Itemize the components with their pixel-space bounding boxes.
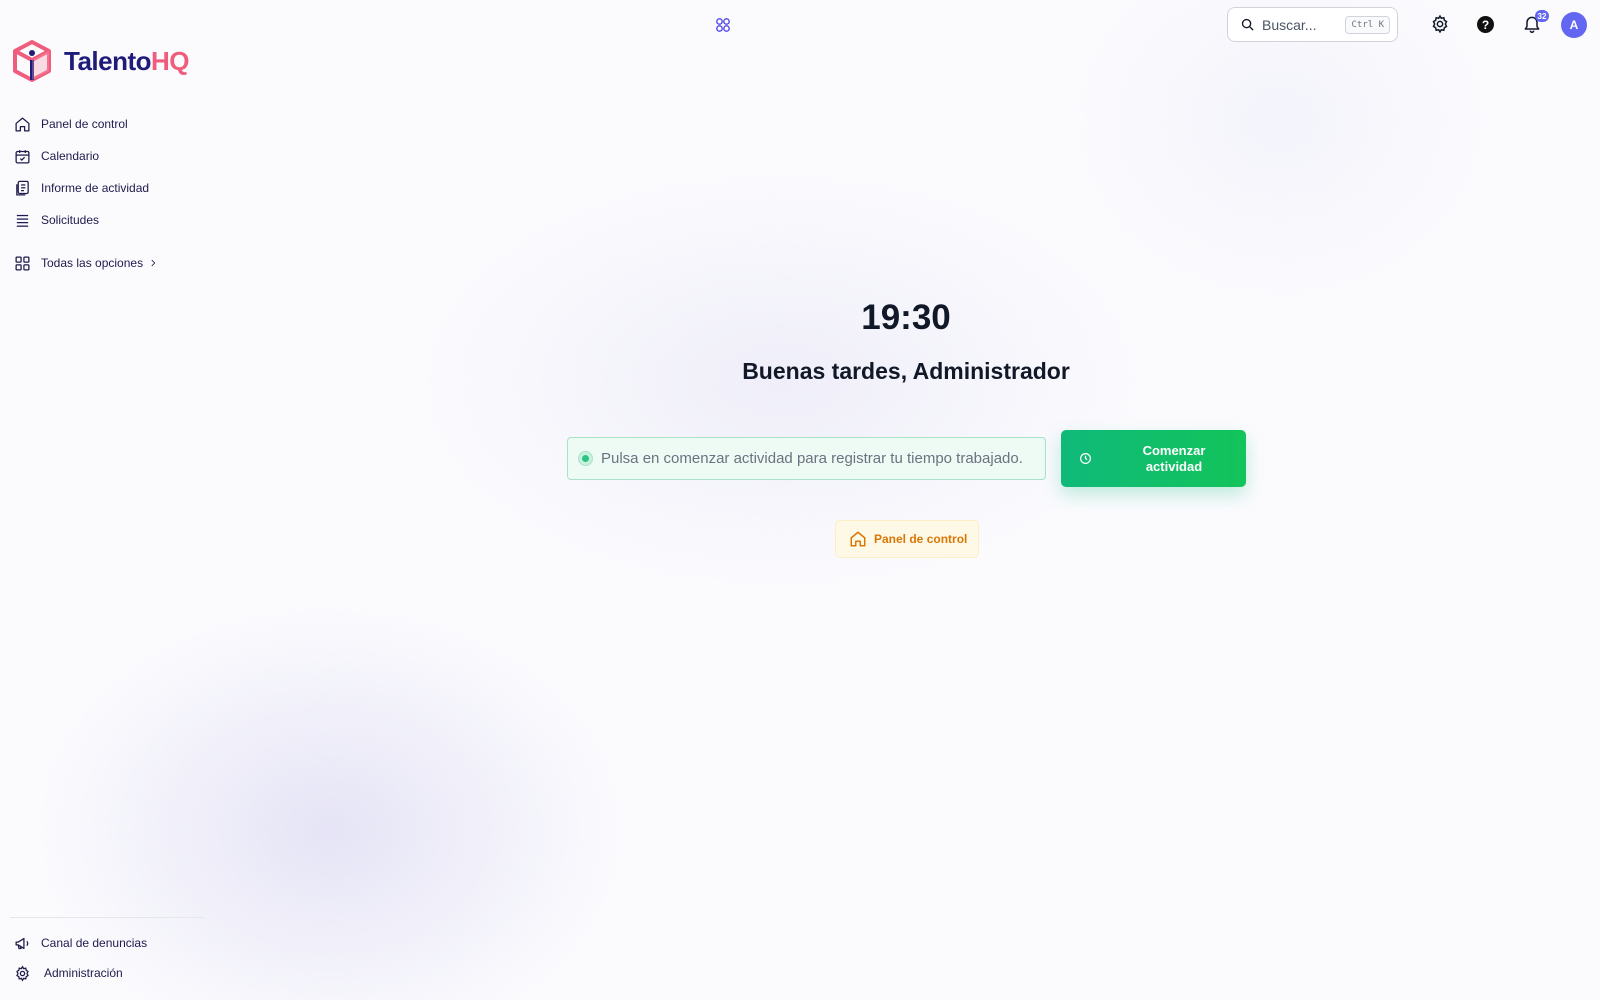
- brand-name-part1: Talento: [64, 45, 152, 76]
- sidebar-bottom-nav: Canal de denuncias Administración: [14, 928, 147, 988]
- megaphone-icon: [15, 937, 29, 949]
- grid-icon: [15, 255, 30, 271]
- greeting-heading: Buenas tardes, Administrador: [742, 358, 1070, 384]
- sidebar-item-canal-de-denuncias[interactable]: Canal de denuncias: [14, 928, 147, 958]
- help-icon[interactable]: ?: [1477, 16, 1494, 33]
- start-activity-label: Comenzar actividad: [1142, 443, 1206, 474]
- start-activity-button[interactable]: Comenzar actividad: [1061, 430, 1246, 487]
- list-icon: [16, 214, 29, 227]
- brand-name-part2: HQ: [151, 45, 190, 76]
- settings-gear-icon[interactable]: [1430, 14, 1450, 34]
- activity-status-field: Pulsa en comenzar actividad para registr…: [567, 437, 1046, 480]
- avatar[interactable]: A: [1561, 12, 1587, 38]
- apps-switcher-icon[interactable]: [715, 17, 731, 33]
- sidebar-divider: [10, 917, 205, 918]
- sidebar-item-calendario[interactable]: Calendario: [14, 140, 158, 172]
- sidebar-item-label: Informe de actividad: [41, 181, 150, 195]
- sidebar-nav: Panel de control Calendario Informe de a…: [14, 108, 158, 279]
- sidebar-item-solicitudes[interactable]: Solicitudes: [14, 204, 158, 236]
- home-icon: [15, 116, 30, 132]
- sidebar-item-administracion[interactable]: Administración: [14, 958, 147, 988]
- sidebar-item-panel-de-control[interactable]: Panel de control: [14, 108, 158, 140]
- sidebar-item-label: Administración: [44, 966, 123, 980]
- search-placeholder: Buscar...: [1262, 16, 1317, 33]
- search-shortcut-hint: Ctrl K: [1345, 15, 1390, 34]
- sidebar: TalentoHQ Panel de control Calendario In…: [0, 0, 210, 1000]
- brand-name: TalentoHQ: [64, 45, 190, 77]
- sidebar-item-label: Panel de control: [41, 117, 128, 131]
- calendar-icon: [15, 149, 30, 164]
- sidebar-item-label: Canal de denuncias: [41, 936, 148, 950]
- chevron-right-icon: [151, 259, 156, 267]
- dashboard-button[interactable]: Panel de control: [835, 520, 979, 558]
- notification-count-badge: 32: [1535, 10, 1549, 22]
- current-time: 19:30: [861, 298, 951, 337]
- activity-status-text: Pulsa en comenzar actividad para registr…: [601, 450, 1023, 467]
- search-icon: [1241, 18, 1254, 31]
- status-indicator-dot: [579, 452, 592, 465]
- sidebar-item-label: Solicitudes: [41, 213, 100, 227]
- logo-cube-icon: [13, 40, 51, 82]
- clock-icon: [1080, 453, 1091, 464]
- sidebar-item-informe-de-actividad[interactable]: Informe de actividad: [14, 172, 158, 204]
- sidebar-item-todas-las-opciones[interactable]: Todas las opciones: [14, 247, 158, 279]
- report-icon: [16, 180, 29, 196]
- sidebar-item-label: Todas las opciones: [41, 256, 144, 270]
- gear-icon: [16, 965, 29, 981]
- home-icon: [850, 531, 866, 547]
- app-logo[interactable]: TalentoHQ: [12, 40, 190, 82]
- search-input[interactable]: Buscar... Ctrl K: [1227, 7, 1398, 42]
- dashboard-button-label: Panel de control: [874, 532, 968, 546]
- sidebar-item-label: Calendario: [41, 149, 100, 163]
